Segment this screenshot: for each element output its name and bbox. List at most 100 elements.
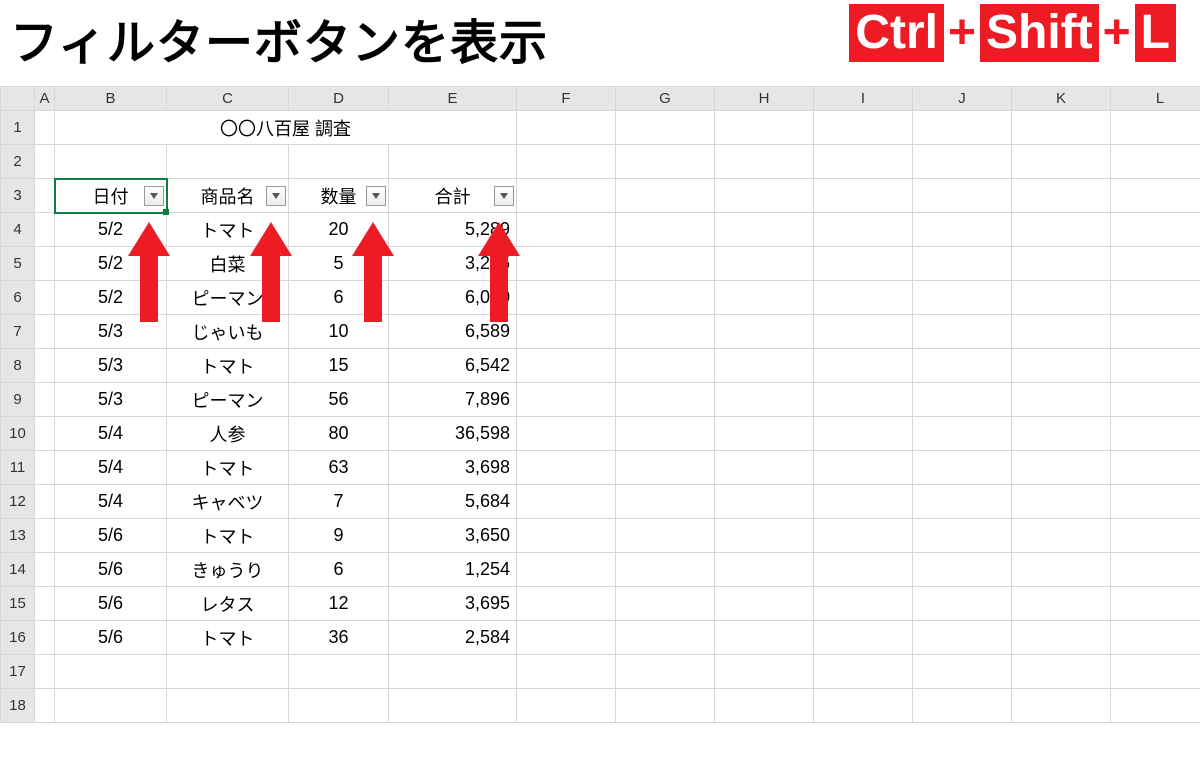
cell[interactable] [616,349,715,383]
cell[interactable] [1111,315,1200,349]
cell[interactable] [814,689,913,723]
cell[interactable] [517,315,616,349]
cell[interactable]: 5/2 [55,213,167,247]
header-cell-qty[interactable]: 数量 [289,179,389,213]
cell[interactable]: トマト [167,519,289,553]
cell[interactable]: 6,589 [389,315,517,349]
cell[interactable]: ピーマン [167,383,289,417]
cell[interactable]: 5/3 [55,349,167,383]
cell[interactable] [715,519,814,553]
cell[interactable] [814,485,913,519]
row-header[interactable]: 14 [1,553,35,587]
cell[interactable] [616,587,715,621]
col-header[interactable]: L [1111,87,1200,111]
cell[interactable] [167,655,289,689]
cell[interactable] [1012,417,1111,451]
cell[interactable]: 5,289 [389,213,517,247]
cell[interactable] [616,553,715,587]
row-header[interactable]: 16 [1,621,35,655]
cell[interactable]: 36 [289,621,389,655]
cell[interactable] [1012,587,1111,621]
cell[interactable]: 3,698 [389,451,517,485]
cell[interactable] [167,145,289,179]
cell[interactable] [814,383,913,417]
cell[interactable] [1111,247,1200,281]
cell[interactable]: 5/4 [55,485,167,519]
cell[interactable] [913,689,1012,723]
row-header[interactable]: 2 [1,145,35,179]
cell[interactable] [517,587,616,621]
cell[interactable]: 5,684 [389,485,517,519]
cell[interactable] [913,315,1012,349]
cell[interactable] [715,553,814,587]
cell[interactable] [1111,417,1200,451]
cell[interactable] [517,247,616,281]
cell[interactable]: 5/2 [55,281,167,315]
cell[interactable] [616,247,715,281]
cell[interactable]: 人参 [167,417,289,451]
cell[interactable] [389,689,517,723]
cell[interactable] [35,315,55,349]
cell[interactable] [1012,689,1111,723]
cell[interactable] [517,451,616,485]
col-header[interactable]: I [814,87,913,111]
cell[interactable] [35,655,55,689]
row-header[interactable]: 4 [1,213,35,247]
cell[interactable]: 5/6 [55,621,167,655]
cell[interactable] [616,383,715,417]
cell[interactable]: 6 [289,553,389,587]
cell[interactable] [1111,655,1200,689]
cell[interactable]: レタス [167,587,289,621]
cell[interactable] [616,111,715,145]
cell[interactable] [35,689,55,723]
row-header[interactable]: 5 [1,247,35,281]
cell[interactable] [616,655,715,689]
cell[interactable] [616,213,715,247]
col-header[interactable]: J [913,87,1012,111]
cell[interactable] [517,145,616,179]
cell[interactable] [1012,349,1111,383]
cell[interactable]: 20 [289,213,389,247]
cell[interactable]: 7,896 [389,383,517,417]
cell[interactable] [715,485,814,519]
cell[interactable]: 3,695 [389,587,517,621]
cell[interactable] [35,621,55,655]
filter-button[interactable] [266,186,286,206]
cell[interactable]: 5/6 [55,519,167,553]
row-header[interactable]: 15 [1,587,35,621]
cell[interactable] [389,145,517,179]
cell[interactable] [55,689,167,723]
cell[interactable] [517,519,616,553]
cell[interactable]: 5/3 [55,315,167,349]
cell[interactable] [1012,315,1111,349]
cell[interactable] [1111,383,1200,417]
cell[interactable]: 3,650 [389,519,517,553]
cell[interactable]: 63 [289,451,389,485]
cell[interactable]: 10 [289,315,389,349]
cell[interactable] [1111,587,1200,621]
header-cell-date[interactable]: 日付 [55,179,167,213]
row-header[interactable]: 12 [1,485,35,519]
cell[interactable] [517,281,616,315]
col-header[interactable]: G [616,87,715,111]
cell[interactable] [814,349,913,383]
row-header[interactable]: 9 [1,383,35,417]
grid[interactable]: A B C D E F G H I J K L 1 〇〇八百屋 調査 2 3 日… [0,86,1200,723]
cell[interactable]: 56 [289,383,389,417]
cell[interactable] [1111,451,1200,485]
cell[interactable] [35,349,55,383]
cell[interactable]: 9 [289,519,389,553]
cell[interactable] [715,655,814,689]
cell[interactable]: 5/2 [55,247,167,281]
cell[interactable]: 7 [289,485,389,519]
cell[interactable] [167,689,289,723]
cell[interactable] [517,621,616,655]
filter-button[interactable] [494,186,514,206]
cell[interactable] [913,349,1012,383]
cell[interactable]: 1,254 [389,553,517,587]
cell[interactable] [616,451,715,485]
cell[interactable] [814,519,913,553]
col-header[interactable]: C [167,87,289,111]
cell[interactable] [1012,213,1111,247]
cell[interactable] [1111,349,1200,383]
